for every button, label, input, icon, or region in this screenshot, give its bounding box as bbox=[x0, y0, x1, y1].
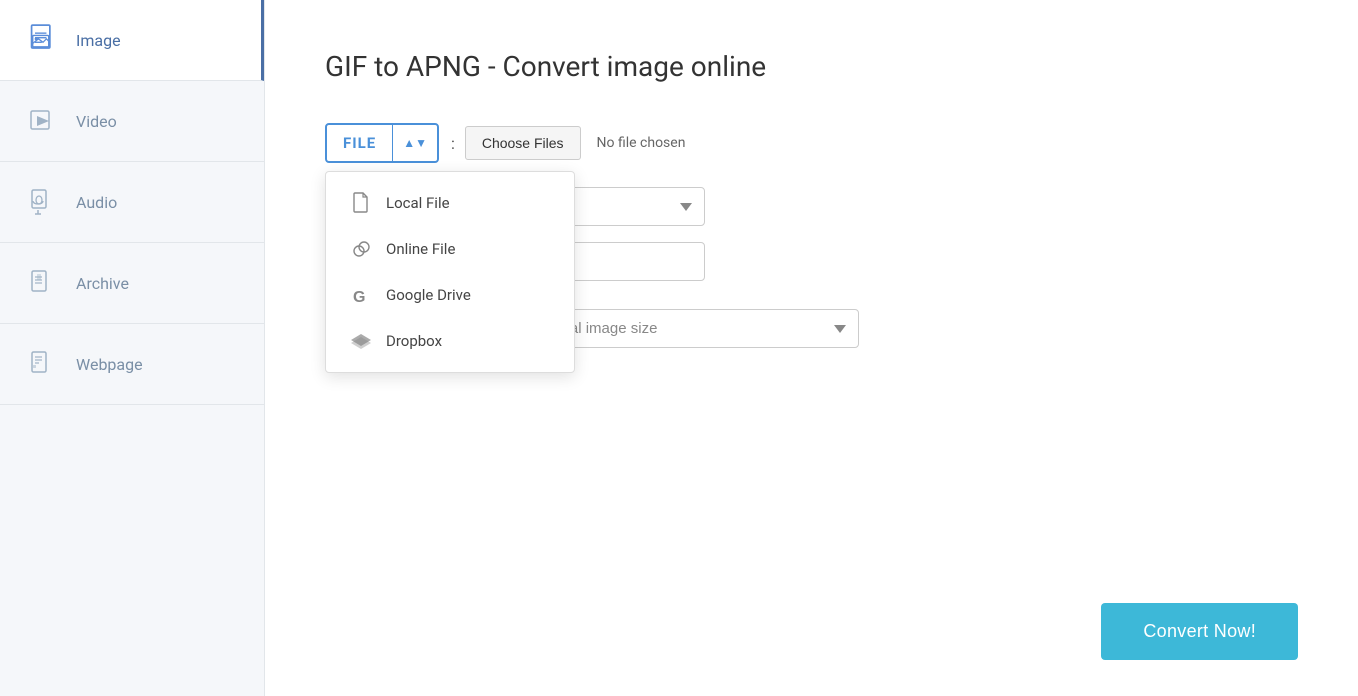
dropdown-item-local-file[interactable]: Local File bbox=[326, 180, 574, 226]
sidebar: Image Video Audio bbox=[0, 0, 265, 696]
dropdown-item-google-drive[interactable]: G Google Drive bbox=[326, 272, 574, 318]
dropdown-item-online-file[interactable]: Online File bbox=[326, 226, 574, 272]
file-colon: : bbox=[451, 134, 455, 153]
sidebar-label-image: Image bbox=[76, 31, 121, 50]
sidebar-label-audio: Audio bbox=[76, 193, 117, 212]
google-drive-icon: G bbox=[350, 284, 372, 306]
sidebar-item-image[interactable]: Image bbox=[0, 0, 264, 81]
video-icon bbox=[28, 103, 58, 139]
local-file-icon bbox=[350, 192, 372, 214]
image-icon bbox=[28, 22, 58, 58]
file-source-dropdown: Local File Online File G Google Drive bbox=[325, 171, 575, 373]
sidebar-label-archive: Archive bbox=[76, 274, 129, 293]
choose-files-button[interactable]: Choose Files bbox=[465, 126, 581, 160]
audio-icon bbox=[28, 184, 58, 220]
dropdown-label-google-drive: Google Drive bbox=[386, 286, 471, 304]
main-content: GIF to APNG - Convert image online FILE … bbox=[265, 0, 1358, 696]
convert-now-button[interactable]: Convert Now! bbox=[1101, 603, 1298, 660]
webpage-icon bbox=[28, 346, 58, 382]
dropbox-icon bbox=[350, 330, 372, 352]
online-file-icon bbox=[350, 238, 372, 260]
dropdown-label-dropbox: Dropbox bbox=[386, 332, 442, 350]
file-source-group: FILE ▲▼ bbox=[325, 123, 439, 163]
sidebar-label-webpage: Webpage bbox=[76, 355, 143, 374]
sidebar-item-archive[interactable]: Archive bbox=[0, 243, 264, 324]
dropdown-label-local-file: Local File bbox=[386, 194, 450, 212]
file-btn-label[interactable]: FILE bbox=[327, 126, 392, 160]
file-dropdown-arrow[interactable]: ▲▼ bbox=[393, 136, 437, 150]
sidebar-item-webpage[interactable]: Webpage bbox=[0, 324, 264, 405]
sidebar-label-video: Video bbox=[76, 112, 117, 131]
file-row: FILE ▲▼ : Choose Files No file chosen Lo… bbox=[325, 123, 1298, 163]
sidebar-item-video[interactable]: Video bbox=[0, 81, 264, 162]
dropdown-label-online-file: Online File bbox=[386, 240, 455, 258]
svg-text:G: G bbox=[353, 289, 365, 305]
archive-icon bbox=[28, 265, 58, 301]
page-title: GIF to APNG - Convert image online bbox=[325, 50, 1298, 83]
no-file-text: No file chosen bbox=[597, 135, 686, 151]
dropdown-item-dropbox[interactable]: Dropbox bbox=[326, 318, 574, 364]
sidebar-item-audio[interactable]: Audio bbox=[0, 162, 264, 243]
